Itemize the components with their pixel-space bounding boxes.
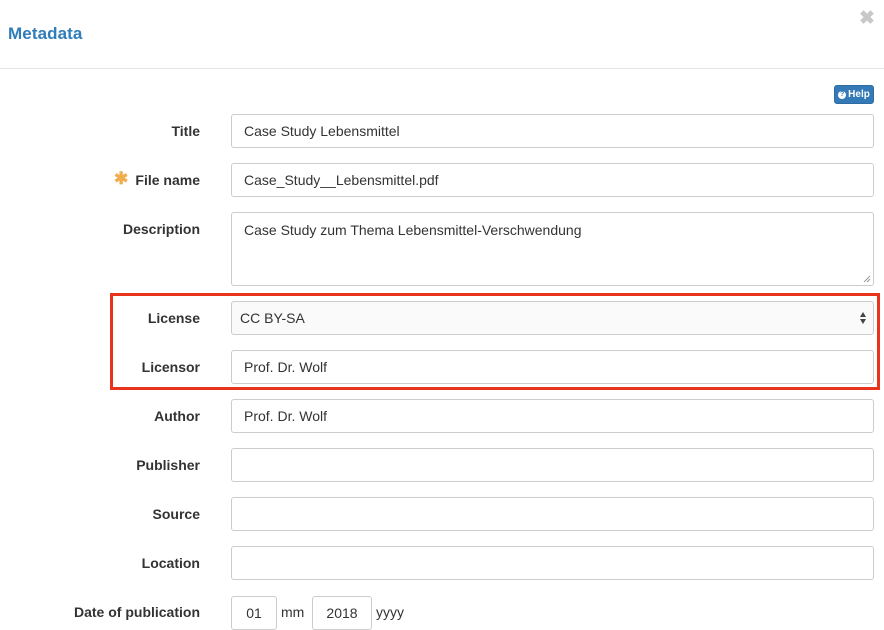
title-value: Case Study Lebensmittel	[244, 123, 400, 139]
help-label: Help	[848, 89, 870, 100]
title-label: Title	[171, 123, 200, 139]
license-select[interactable]: CC BY-SA	[231, 301, 874, 335]
publisher-label: Publisher	[136, 457, 200, 473]
license-selected-value: CC BY-SA	[240, 310, 305, 326]
required-asterisk-icon: ✱	[114, 169, 129, 188]
month-input[interactable]: 01	[231, 596, 277, 630]
dialog-title: Metadata	[8, 24, 83, 43]
month-value: 01	[246, 605, 262, 621]
date-of-publication-label: Date of publication	[74, 604, 200, 620]
file-name-label: File name	[135, 172, 200, 188]
year-value: 2018	[326, 605, 358, 621]
description-value: Case Study zum Thema Lebensmittel-Versch…	[244, 222, 582, 238]
resize-grip-icon[interactable]	[863, 275, 871, 283]
source-input[interactable]	[231, 497, 874, 531]
file-name-value: Case_Study__Lebensmittel.pdf	[244, 172, 439, 188]
question-icon: ?	[838, 90, 847, 99]
location-label: Location	[141, 555, 200, 571]
year-unit-label: yyyy	[376, 604, 404, 620]
select-arrows-icon	[859, 311, 867, 325]
publisher-input[interactable]	[231, 448, 874, 482]
licensor-label: Licensor	[141, 359, 200, 375]
title-input[interactable]: Case Study Lebensmittel	[231, 114, 874, 148]
licensor-input[interactable]: Prof. Dr. Wolf	[231, 350, 874, 384]
dialog-header: Metadata ✖	[0, 0, 884, 69]
author-label: Author	[154, 408, 200, 424]
author-value: Prof. Dr. Wolf	[244, 408, 327, 424]
author-input[interactable]: Prof. Dr. Wolf	[231, 399, 874, 433]
help-button[interactable]: ? Help	[834, 85, 874, 104]
source-label: Source	[152, 506, 200, 522]
year-input[interactable]: 2018	[312, 596, 372, 630]
location-input[interactable]	[231, 546, 874, 580]
license-label: License	[147, 310, 200, 326]
description-textarea[interactable]: Case Study zum Thema Lebensmittel-Versch…	[231, 212, 874, 286]
close-icon[interactable]: ✖	[859, 9, 875, 28]
description-label: Description	[122, 221, 200, 237]
month-unit-label: mm	[281, 604, 305, 620]
licensor-value: Prof. Dr. Wolf	[244, 359, 327, 375]
file-name-input[interactable]: Case_Study__Lebensmittel.pdf	[231, 163, 874, 197]
